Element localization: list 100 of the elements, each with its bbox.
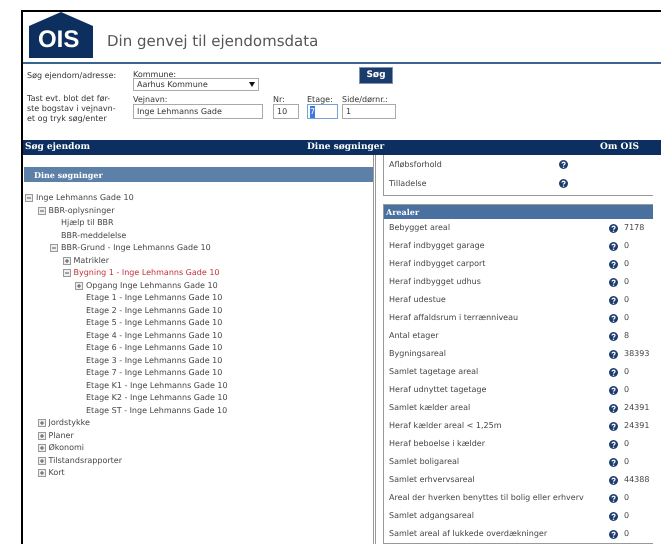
tree-item[interactable]: Tilstandsrapporter <box>48 454 122 467</box>
help-icon[interactable] <box>609 224 618 232</box>
help-icon[interactable] <box>609 494 618 502</box>
help-icon[interactable] <box>609 314 618 322</box>
field-label: Vejnavn: <box>133 94 168 106</box>
tree-item[interactable]: Etage ST - Inge Lehmanns Gade 10 <box>86 404 228 417</box>
tree-item[interactable]: Bygning 1 - Inge Lehmanns Gade 10 <box>74 267 220 280</box>
tree-item[interactable]: BBR-Grund - Inge Lehmanns Gade 10 <box>61 242 211 254</box>
field-label: Nr: <box>273 94 285 106</box>
tree-item[interactable]: Etage 2 - Inge Lehmanns Gade 10 <box>86 304 222 317</box>
tree-item[interactable]: Planer <box>48 430 74 442</box>
area-value: 24391 <box>624 420 650 432</box>
expand-icon[interactable] <box>62 256 70 265</box>
panel-header: Dine søgninger <box>24 167 373 182</box>
area-label: Heraf udnyttet tagetage <box>389 384 488 396</box>
help-icon[interactable] <box>609 458 618 466</box>
nav-link[interactable]: Om OIS <box>600 140 640 154</box>
area-value: 0 <box>624 510 630 522</box>
section-header: Arealer <box>384 205 653 219</box>
help-icon[interactable] <box>609 296 618 304</box>
collapse-icon[interactable] <box>25 194 33 202</box>
expand-icon[interactable] <box>38 469 46 478</box>
tree-item[interactable]: Etage 6 - Inge Lehmanns Gade 10 <box>86 342 222 354</box>
tree-item[interactable]: Etage 5 - Inge Lehmanns Gade 10 <box>86 317 222 330</box>
area-label: Heraf indbygget carport <box>389 258 486 270</box>
area-value: 0 <box>624 258 630 270</box>
area-value: 0 <box>624 366 630 378</box>
area-value: 38393 <box>624 348 650 360</box>
expand-icon[interactable] <box>38 432 46 440</box>
help-icon[interactable] <box>609 530 618 538</box>
tagline: Din genvej til ejendomsdata <box>107 30 318 52</box>
kommune-dropdown[interactable]: Aarhus Kommune <box>133 78 259 91</box>
area-label: Bebygget areal <box>389 222 452 234</box>
expand-icon[interactable] <box>38 456 46 465</box>
nav-link[interactable]: Dine søgninger <box>307 140 384 154</box>
dropdown-arrow-icon <box>249 82 255 87</box>
search-button[interactable]: Søg <box>359 67 393 84</box>
tree-item[interactable]: BBR-oplysninger <box>48 204 114 217</box>
tree-item[interactable]: Jordstykke <box>48 417 90 430</box>
field-label: Etage: <box>307 94 333 106</box>
nr-field[interactable]: 10 <box>273 104 299 119</box>
area-label: Antal etager <box>389 330 440 342</box>
help-icon[interactable] <box>559 179 568 188</box>
tree-item[interactable]: BBR-meddelelse <box>61 230 126 242</box>
help-icon[interactable] <box>609 278 618 286</box>
help-icon[interactable] <box>609 260 618 268</box>
collapse-icon[interactable] <box>38 206 46 215</box>
area-value: 0 <box>624 276 630 288</box>
collapse-icon[interactable] <box>62 269 70 278</box>
tree-item[interactable]: Kort <box>48 467 65 480</box>
area-label: Samlet areal af lukkede overdækninger <box>389 528 548 540</box>
search-label: Søg ejendom/adresse: <box>27 70 116 82</box>
etage-field[interactable]: 7 <box>307 104 338 119</box>
help-icon[interactable] <box>609 350 618 358</box>
tree-item[interactable]: Økonomi <box>48 442 84 454</box>
field-label: Kommune: <box>133 69 176 80</box>
tree-item[interactable]: Opgang Inge Lehmanns Gade 10 <box>86 280 218 292</box>
area-label: Heraf beboelse i kælder <box>389 438 486 450</box>
area-value: 8 <box>624 330 630 342</box>
tree-item[interactable]: Etage 4 - Inge Lehmanns Gade 10 <box>86 330 222 342</box>
tree-item[interactable]: Etage 7 - Inge Lehmanns Gade 10 <box>86 367 222 380</box>
tree-item[interactable]: Hjælp til BBR <box>61 217 114 230</box>
area-label: Heraf kælder areal < 1,25m <box>389 420 502 432</box>
help-icon[interactable] <box>559 160 568 169</box>
area-value: 0 <box>624 492 630 504</box>
help-icon[interactable] <box>609 386 618 394</box>
area-label: Areal der hverken benyttes til bolig eller erhverv <box>389 492 585 504</box>
expand-icon[interactable] <box>38 444 46 452</box>
area-value: 0 <box>624 384 630 396</box>
nav-link[interactable]: Søg ejendom <box>25 140 90 154</box>
collapse-icon[interactable] <box>50 244 58 252</box>
area-label: Samlet kælder areal <box>389 402 472 414</box>
help-icon[interactable] <box>609 332 618 340</box>
tree-item[interactable]: Etage 3 - Inge Lehmanns Gade 10 <box>86 354 222 367</box>
help-icon[interactable] <box>609 512 618 520</box>
area-label: Bygningsareal <box>389 348 447 360</box>
help-icon[interactable] <box>609 422 618 430</box>
tree-item[interactable]: Etage K1 - Inge Lehmanns Gade 10 <box>86 380 228 392</box>
help-icon[interactable] <box>609 476 618 484</box>
tree-item[interactable]: Etage K2 - Inge Lehmanns Gade 10 <box>86 392 228 404</box>
detail-label: Afløbsforhold <box>389 158 443 170</box>
expand-icon[interactable] <box>75 282 83 290</box>
tree-item[interactable]: Inge Lehmanns Gade 10 <box>36 192 134 204</box>
help-icon[interactable] <box>609 242 618 250</box>
hint-text: Tast evt. blot det før- <box>27 94 112 104</box>
vejnavn-field[interactable]: Inge Lehmanns Gade <box>133 104 263 119</box>
expand-icon[interactable] <box>38 419 46 428</box>
area-label: Samlet tagetage areal <box>389 366 480 378</box>
area-label: Samlet erhvervsareal <box>389 474 476 486</box>
help-icon[interactable] <box>609 368 618 376</box>
hint-text: ste bogstav i vejnavn- <box>27 104 116 114</box>
side-field[interactable]: 1 <box>342 104 396 119</box>
area-value: 0 <box>624 528 630 540</box>
tree-item[interactable]: Matrikler <box>74 254 110 267</box>
field-label: Side/dørnr.: <box>342 94 388 106</box>
area-label: Samlet boligareal <box>389 456 460 468</box>
help-icon[interactable] <box>609 404 618 412</box>
help-icon[interactable] <box>609 440 618 448</box>
area-value: 0 <box>624 240 630 252</box>
tree-item[interactable]: Etage 1 - Inge Lehmanns Gade 10 <box>86 292 222 304</box>
